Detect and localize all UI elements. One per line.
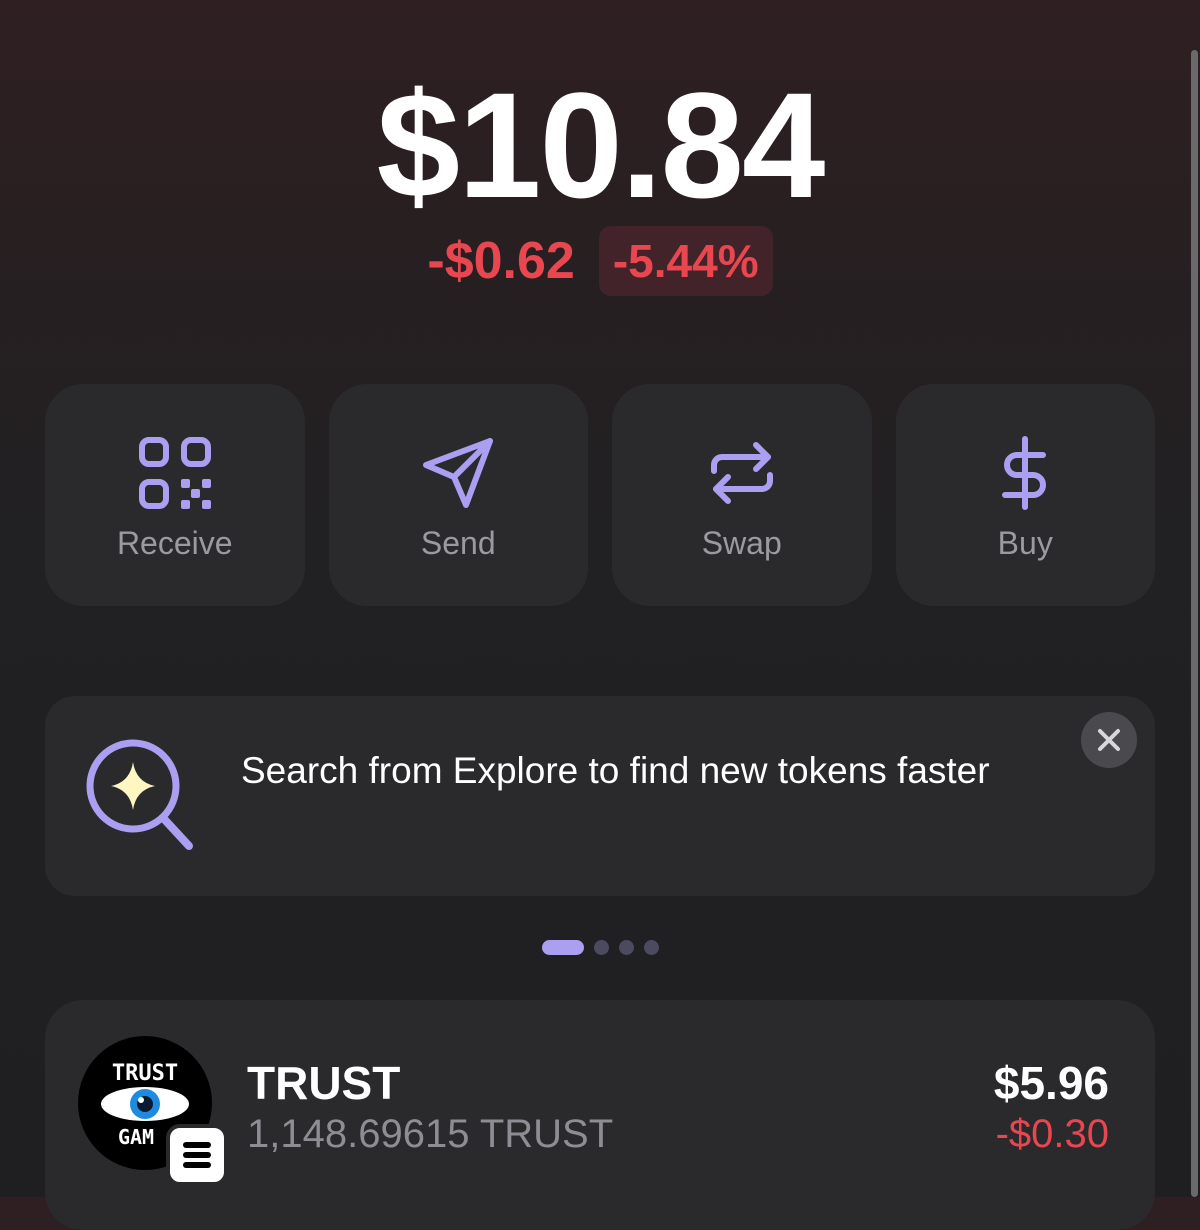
send-button[interactable]: Send [328,384,588,606]
pagination-dots [0,940,1200,955]
pagination-dot[interactable] [593,940,609,955]
token-amount: 1,148.69615 TRUST [247,1112,614,1156]
dollar-icon [1002,435,1047,510]
scrollbar[interactable] [1191,50,1198,1197]
pagination-dot[interactable] [618,940,634,955]
swap-icon [710,441,773,504]
receive-label: Receive [116,524,233,561]
network-badge [166,1124,228,1186]
token-row-trust[interactable]: TRUST GAM TRUST 1,148.69615 TRUST $5.96 … [45,1000,1155,1230]
balance-change-row: -$0.62 -5.44% [0,226,1200,296]
qr-code-icon [138,436,211,509]
pagination-dot[interactable] [643,940,659,955]
total-balance: $10.84 [376,61,826,229]
swap-button[interactable]: Swap [612,384,872,606]
buy-button[interactable]: Buy [895,384,1155,606]
send-label: Send [420,524,496,561]
banner-close-button[interactable] [1081,712,1137,768]
token-value: $5.96 [993,1057,1109,1109]
token-name: TRUST [247,1057,401,1109]
swap-label: Swap [701,524,782,561]
explore-banner-text: Search from Explore to find new tokens f… [241,750,990,791]
send-icon [423,437,494,508]
logo-text-bottom: GAM [118,1125,154,1149]
search-sparkle-icon [86,739,193,850]
receive-button[interactable]: Receive [45,384,305,606]
solana-icon [183,1142,211,1168]
close-icon [1098,729,1120,751]
logo-text-top: TRUST [112,1061,178,1086]
balance-change-percent-badge: -5.44% [598,226,773,296]
token-change: -$0.30 [995,1112,1109,1156]
buy-label: Buy [997,524,1053,561]
balance-change-amount: -$0.62 [427,232,575,290]
action-buttons: Receive Send Swap Buy [45,384,1155,606]
pagination-dot-active[interactable] [541,940,584,955]
explore-banner[interactable]: Search from Explore to find new tokens f… [45,696,1155,896]
